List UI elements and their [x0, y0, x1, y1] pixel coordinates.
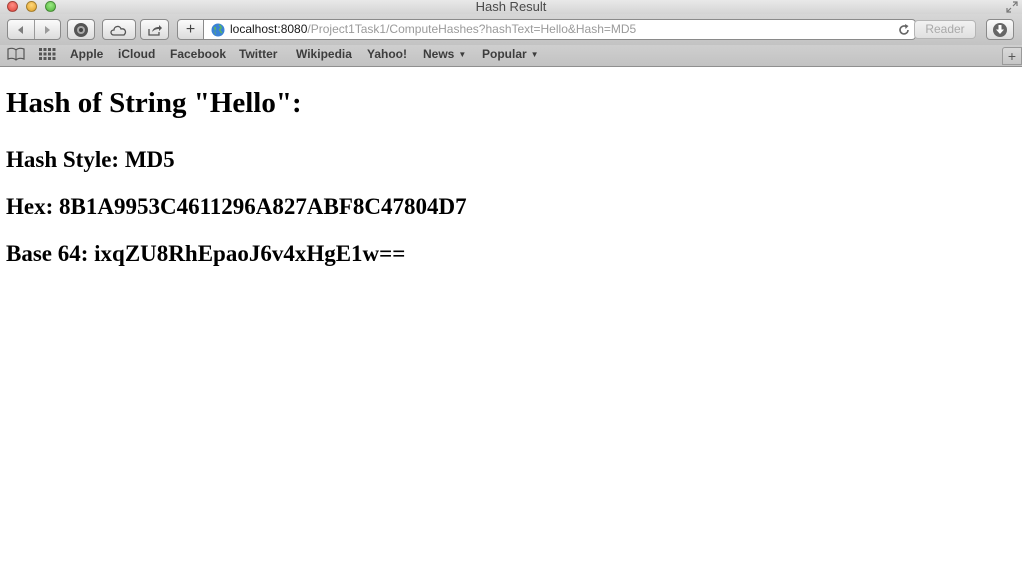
hex-hash-line: Hex: 8B1A9953C4611296A827ABF8C47804D7: [6, 194, 467, 219]
grid-icon[interactable]: [38, 47, 56, 61]
base64-hash-line: Base 64: ixqZU8RhEpaoJ6v4xHgE1w==: [6, 241, 406, 266]
bookmark-facebook[interactable]: Facebook: [170, 45, 226, 63]
browser-window: Hash Result + localhost:8080/Project1Tas…: [0, 0, 1022, 562]
title-bar: Hash Result: [0, 0, 1022, 14]
add-label: +: [185, 21, 196, 38]
back-button[interactable]: [8, 20, 35, 39]
bookmark-yahoo[interactable]: Yahoo!: [367, 45, 407, 63]
window-title: Hash Result: [475, 0, 547, 14]
bookmark-news-menu[interactable]: News ▼: [423, 45, 466, 64]
back-forward-control: [7, 19, 61, 40]
fullscreen-icon[interactable]: [1006, 1, 1018, 13]
url-text: localhost:8080/Project1Task1/ComputeHash…: [230, 20, 636, 39]
toolbar: + localhost:8080/Project1Task1/ComputeHa…: [0, 14, 1022, 45]
back-arrow-icon: [17, 25, 23, 34]
icloud-tabs-button[interactable]: [102, 19, 136, 40]
forward-button[interactable]: [35, 20, 61, 39]
forward-arrow-icon: [45, 25, 51, 34]
hash-style-line: Hash Style: MD5: [6, 147, 175, 172]
share-icon: [147, 24, 162, 36]
url-host: localhost:8080: [230, 22, 308, 36]
share-button[interactable]: [140, 19, 169, 40]
add-bookmark-button[interactable]: +: [177, 19, 204, 40]
download-icon: [993, 22, 1007, 37]
bookmark-apple[interactable]: Apple: [70, 45, 103, 63]
address-bar[interactable]: localhost:8080/Project1Task1/ComputeHash…: [204, 19, 916, 40]
reader-button[interactable]: Reader: [914, 20, 976, 39]
new-tab-button[interactable]: +: [1002, 47, 1022, 65]
bookmark-wikipedia[interactable]: Wikipedia: [296, 45, 352, 63]
bookmark-icloud[interactable]: iCloud: [118, 45, 155, 63]
bookmarks-bar: Apple iCloud Facebook Twitter Wikipedia …: [0, 45, 1022, 67]
top-sites-button[interactable]: [67, 19, 95, 40]
chevron-down-icon: ▼: [530, 50, 539, 59]
reload-icon[interactable]: [897, 23, 911, 37]
top-sites-icon: [74, 22, 88, 37]
bookmark-popular-menu[interactable]: Popular ▼: [482, 45, 539, 64]
chevron-down-icon: ▼: [458, 50, 467, 59]
book-icon[interactable]: [7, 47, 25, 61]
downloads-button[interactable]: [986, 19, 1014, 40]
globe-icon: [211, 23, 225, 37]
bookmark-twitter[interactable]: Twitter: [239, 45, 277, 63]
cloud-icon: [110, 25, 127, 36]
page-heading: Hash of String "Hello":: [6, 87, 302, 119]
bookmark-popular-label: Popular: [482, 47, 527, 61]
bookmark-news-label: News: [423, 47, 455, 61]
url-path: /Project1Task1/ComputeHashes?hashText=He…: [307, 22, 637, 36]
page-content: Hash of String "Hello": Hash Style: MD5 …: [0, 67, 1022, 562]
